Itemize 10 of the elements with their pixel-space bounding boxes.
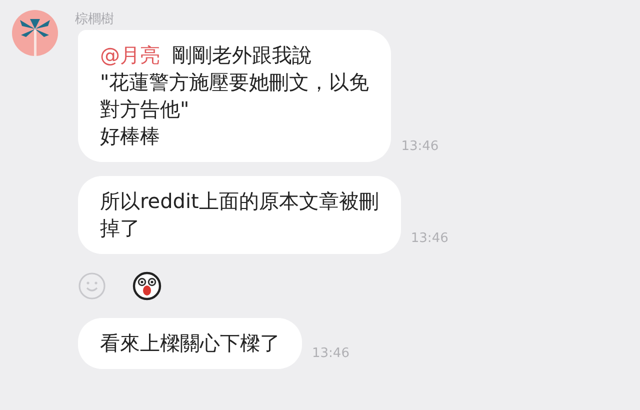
message-bubble: 看來上樑關心下樑了 bbox=[78, 318, 302, 369]
palm-tree-avatar-icon[interactable] bbox=[12, 10, 58, 56]
message-bubble: 所以reddit上面的原本文章被刪 掉了 bbox=[78, 176, 401, 254]
message-bubble: @月亮 剛剛老外跟我說 "花蓮警方施壓要她刪文，以免 對方告他" 好棒棒 bbox=[78, 30, 392, 162]
shocked-emoji-icon[interactable] bbox=[132, 271, 162, 301]
mention-link[interactable]: @月亮 bbox=[100, 43, 160, 67]
message-time: 13:46 bbox=[410, 231, 448, 246]
sender-name: 棕櫚樹 bbox=[75, 11, 114, 28]
message-time: 13:46 bbox=[312, 346, 350, 361]
message-time: 13:46 bbox=[401, 139, 439, 154]
